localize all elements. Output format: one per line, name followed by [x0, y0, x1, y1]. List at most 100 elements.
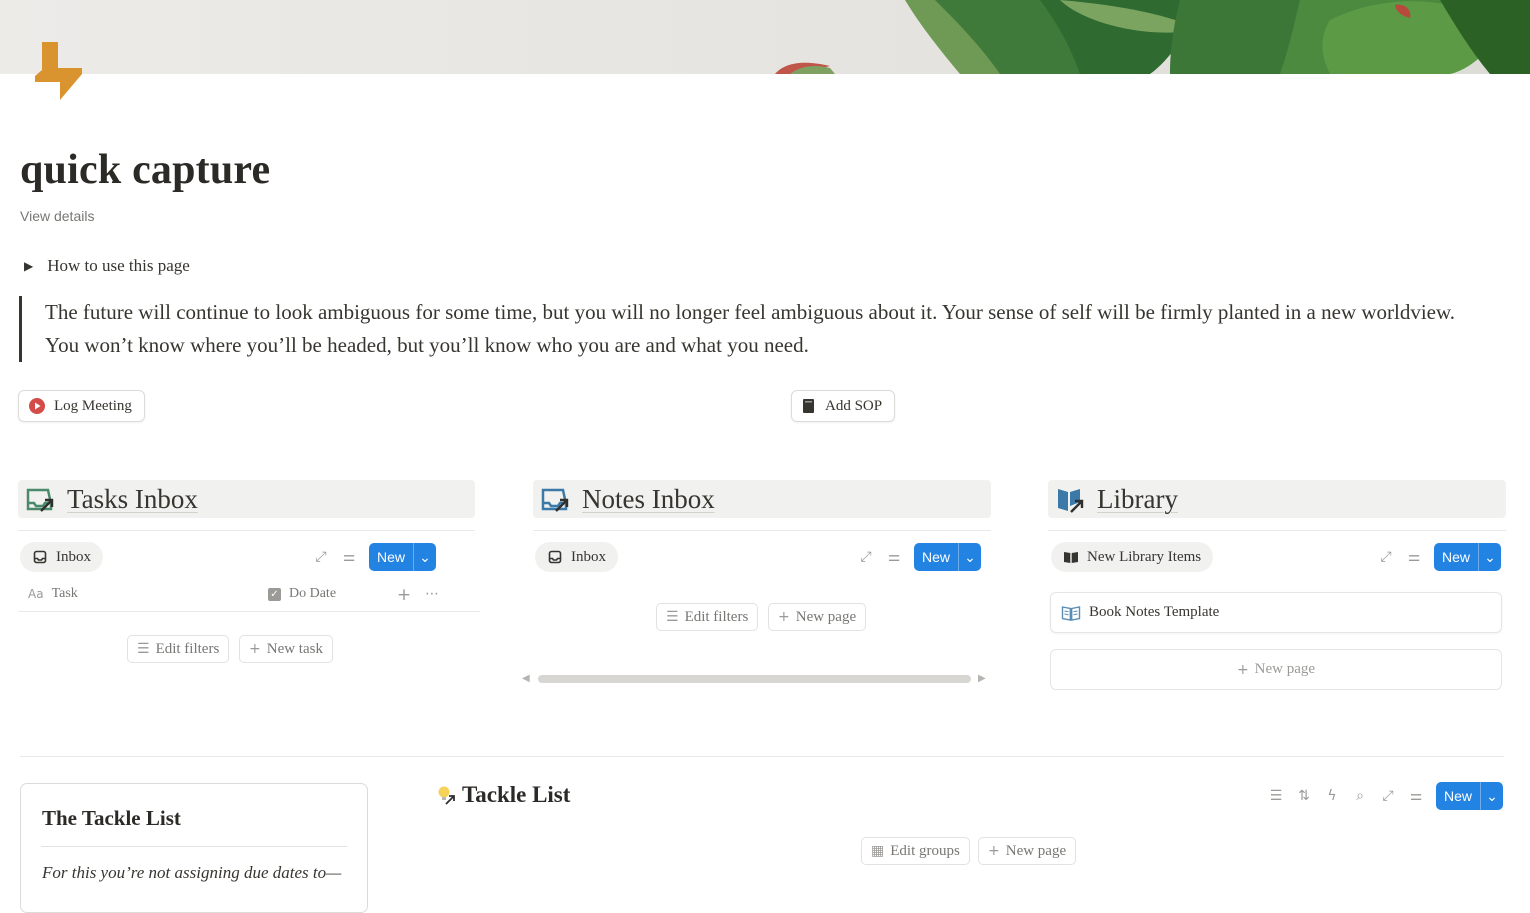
expand-icon[interactable]: ⤢: [1376, 547, 1396, 567]
inbox-icon: [547, 547, 563, 567]
tab-new-library-items[interactable]: New Library Items: [1051, 542, 1214, 572]
notes-new-button[interactable]: New ⌄: [914, 543, 982, 571]
how-to-use-toggle[interactable]: ▶ How to use this page: [24, 256, 190, 276]
tackle-list-title[interactable]: Tackle List: [462, 782, 570, 808]
new-label: New: [377, 549, 406, 565]
lightning-bolt-icon[interactable]: [30, 40, 88, 102]
divider: [18, 611, 480, 612]
add-sop-button[interactable]: Add SOP: [791, 390, 896, 422]
new-page-button[interactable]: + New page: [978, 837, 1077, 865]
tackle-card-body: For this you’re not assigning due dates …: [42, 863, 342, 882]
search-icon[interactable]: ⌕: [1350, 786, 1370, 806]
settings-sliders-icon[interactable]: ⚌: [1406, 786, 1426, 806]
inbox-icon: [32, 547, 48, 567]
edit-groups-button[interactable]: ▦ Edit groups: [861, 837, 970, 865]
tackle-list-header[interactable]: Tackle List: [436, 782, 570, 808]
settings-sliders-icon[interactable]: ⚌: [1404, 547, 1424, 567]
toggle-label: How to use this page: [47, 256, 190, 275]
log-meeting-label: Log Meeting: [54, 397, 132, 414]
chevron-down-icon[interactable]: ⌄: [958, 543, 981, 571]
tab-inbox-label: Inbox: [56, 548, 91, 565]
text-property-icon: Aa: [28, 587, 44, 601]
edit-filters-button[interactable]: ☰ Edit filters: [127, 635, 230, 663]
new-page-label: New page: [1254, 661, 1316, 677]
record-icon: [29, 398, 45, 414]
edit-groups-label: Edit groups: [890, 842, 960, 859]
new-task-label: New task: [266, 640, 323, 657]
library-card[interactable]: Book Notes Template: [1050, 592, 1502, 633]
expand-icon[interactable]: ⤢: [856, 547, 876, 567]
scroll-left-arrow-icon[interactable]: ◀: [522, 673, 530, 684]
divider: [41, 846, 347, 847]
inbox-arrow-icon: [26, 488, 54, 512]
grid-icon: ▦: [871, 843, 885, 859]
library-new-page-card[interactable]: + New page: [1050, 649, 1502, 690]
tab-inbox[interactable]: Inbox: [20, 542, 103, 572]
plus-icon: +: [778, 609, 790, 625]
library-new-button[interactable]: New ⌄: [1434, 543, 1502, 571]
log-meeting-button[interactable]: Log Meeting: [18, 390, 145, 422]
plus-icon: +: [988, 843, 1000, 859]
library-books-icon: [1058, 489, 1084, 513]
view-details-link[interactable]: View details: [20, 208, 94, 224]
tackle-new-button[interactable]: New ⌄: [1436, 782, 1504, 810]
filter-icon: ☰: [137, 641, 150, 657]
edit-filters-label: Edit filters: [684, 608, 749, 625]
new-page-label: New page: [1005, 842, 1067, 859]
edit-filters-button[interactable]: ☰ Edit filters: [656, 603, 759, 631]
divider: [18, 530, 475, 531]
new-label: New: [922, 549, 951, 565]
settings-sliders-icon[interactable]: ⚌: [339, 547, 359, 567]
scroll-right-arrow-icon[interactable]: ▶: [978, 673, 986, 684]
notes-inbox-header[interactable]: Notes Inbox: [533, 480, 991, 518]
edit-filters-label: Edit filters: [155, 640, 220, 657]
tab-label: New Library Items: [1087, 548, 1202, 565]
chevron-down-icon[interactable]: ⌄: [413, 543, 436, 571]
divider: [533, 530, 991, 531]
section-divider: [20, 756, 1504, 757]
tasks-inbox-title[interactable]: Tasks Inbox: [67, 484, 198, 515]
lightbulb-arrow-icon: [438, 786, 455, 805]
expand-icon[interactable]: ⤢: [1378, 786, 1398, 806]
new-page-button[interactable]: + New page: [768, 603, 867, 631]
chevron-down-icon[interactable]: ⌄: [1480, 782, 1503, 810]
open-book-icon: [1063, 547, 1079, 567]
library-card-title: Book Notes Template: [1089, 604, 1220, 620]
page-title[interactable]: quick capture: [20, 146, 270, 194]
col-task-label: Task: [51, 586, 78, 601]
chevron-down-icon[interactable]: ⌄: [1478, 543, 1501, 571]
tab-inbox-label: Inbox: [571, 548, 606, 565]
add-column-icon[interactable]: +: [394, 585, 414, 605]
notes-inbox-title[interactable]: Notes Inbox: [582, 484, 715, 515]
toggle-triangle-icon[interactable]: ▶: [24, 259, 33, 274]
plus-icon: +: [249, 641, 261, 657]
tab-inbox[interactable]: Inbox: [535, 542, 618, 572]
column-header-task[interactable]: Aa Task: [28, 586, 78, 602]
plus-icon: +: [1236, 661, 1249, 678]
new-task-button[interactable]: + New task: [239, 635, 333, 663]
checkbox-property-icon: ✓: [268, 587, 281, 601]
tasks-new-button[interactable]: New ⌄: [369, 543, 437, 571]
new-label: New: [1444, 788, 1473, 804]
new-page-label: New page: [795, 608, 857, 625]
tasks-inbox-header[interactable]: Tasks Inbox: [18, 480, 475, 518]
inbox-arrow-icon: [541, 488, 569, 512]
sort-icon[interactable]: ⇅: [1294, 786, 1314, 806]
expand-icon[interactable]: ⤢: [311, 547, 331, 567]
divider: [1048, 530, 1506, 531]
tackle-card-heading: The Tackle List: [42, 806, 181, 830]
new-label: New: [1442, 549, 1471, 565]
automation-bolt-icon[interactable]: ϟ: [1322, 786, 1342, 806]
horizontal-scrollbar[interactable]: [538, 675, 971, 683]
succulent-cover-art: [775, 0, 1530, 74]
more-options-icon[interactable]: ⋯: [422, 584, 442, 604]
book-icon: [803, 399, 814, 413]
column-header-do-date[interactable]: ✓ Do Date: [268, 586, 336, 602]
library-header[interactable]: Library: [1048, 480, 1506, 518]
col-do-date-label: Do Date: [289, 586, 337, 601]
open-book-outline-icon: [1061, 605, 1081, 621]
settings-sliders-icon[interactable]: ⚌: [884, 547, 904, 567]
cover-image[interactable]: [0, 0, 1530, 74]
library-title[interactable]: Library: [1097, 484, 1178, 515]
filter-icon[interactable]: ☰: [1266, 786, 1286, 806]
